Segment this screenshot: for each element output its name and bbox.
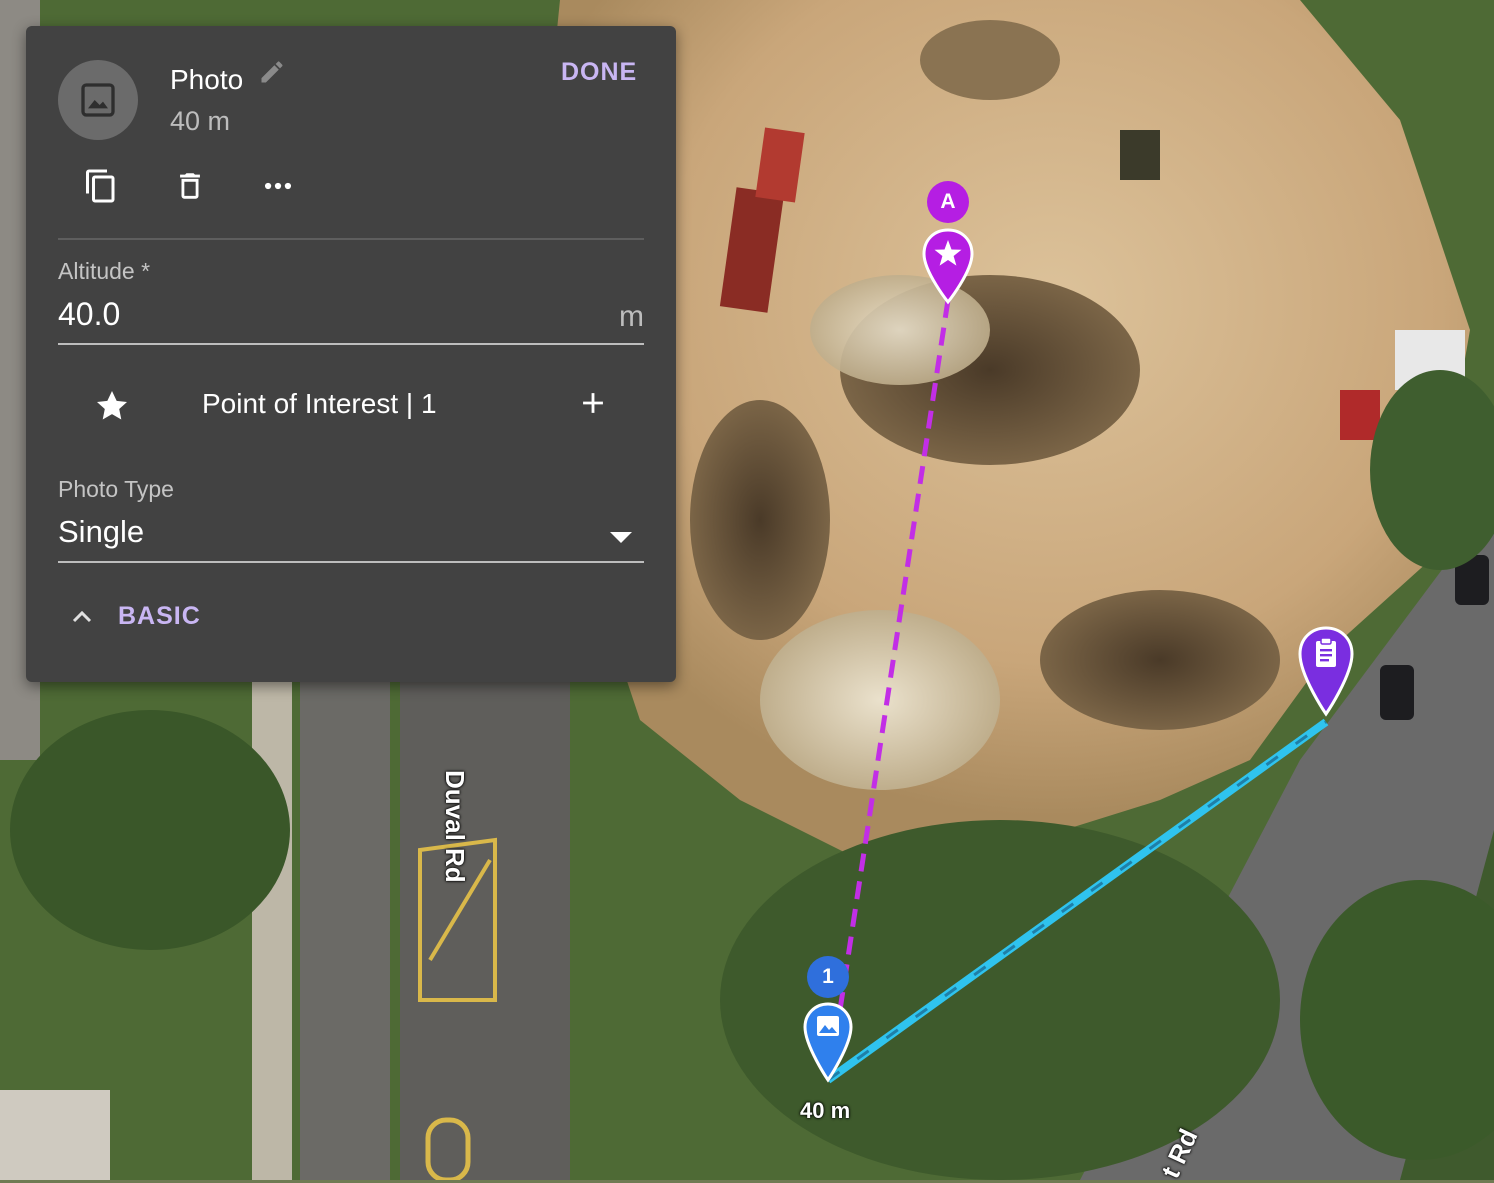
- poi-link-line: [837, 299, 951, 1011]
- waypoint-title: Photo: [170, 64, 244, 95]
- add-poi-icon[interactable]: [576, 386, 610, 420]
- image-icon: [817, 1016, 839, 1036]
- basic-section-toggle[interactable]: BASIC: [70, 602, 201, 631]
- more-horizontal-icon: [264, 182, 292, 190]
- waypoint-marker-pin[interactable]: [803, 1002, 853, 1084]
- edit-pencil-icon[interactable]: [258, 58, 286, 86]
- basic-section-label: BASIC: [118, 602, 201, 630]
- waypoint-marker-badge[interactable]: 1: [807, 956, 849, 998]
- photo-type-select[interactable]: Single: [58, 514, 144, 550]
- poi-marker-pin[interactable]: [922, 228, 974, 306]
- waypoint-avatar: [58, 60, 138, 140]
- clipboard-icon: [1316, 637, 1336, 667]
- waypoint-subtitle: 40 m: [170, 106, 231, 136]
- poi-row[interactable]: Point of Interest | 1: [58, 376, 644, 436]
- image-icon: [81, 83, 115, 117]
- photo-type-underline: [58, 561, 644, 563]
- flight-path-line: [825, 718, 1329, 1084]
- poi-label: Point of Interest | 1: [202, 388, 437, 419]
- duplicate-button[interactable]: [81, 166, 121, 206]
- copy-icon: [86, 169, 115, 203]
- waypoint-distance-label: 40 m: [800, 1098, 851, 1123]
- trash-icon: [180, 173, 200, 199]
- altitude-input[interactable]: 40.0: [58, 296, 120, 333]
- header-divider: [58, 238, 644, 240]
- star-icon: [97, 391, 127, 420]
- altitude-underline: [58, 343, 644, 345]
- photo-type-label: Photo Type: [58, 476, 174, 502]
- survey-marker-pin[interactable]: [1298, 626, 1354, 718]
- delete-button[interactable]: [170, 166, 210, 206]
- waypoint-edit-panel: Photo 40 m DONE Altitude * 40.0 m Point …: [26, 26, 676, 682]
- altitude-unit: m: [619, 300, 644, 333]
- more-options-button[interactable]: [258, 166, 298, 206]
- poi-marker-badge[interactable]: A: [927, 181, 969, 223]
- altitude-label: Altitude *: [58, 258, 151, 284]
- done-button[interactable]: DONE: [561, 58, 637, 87]
- dropdown-arrow-icon[interactable]: [610, 532, 632, 544]
- chevron-up-icon: [72, 610, 92, 622]
